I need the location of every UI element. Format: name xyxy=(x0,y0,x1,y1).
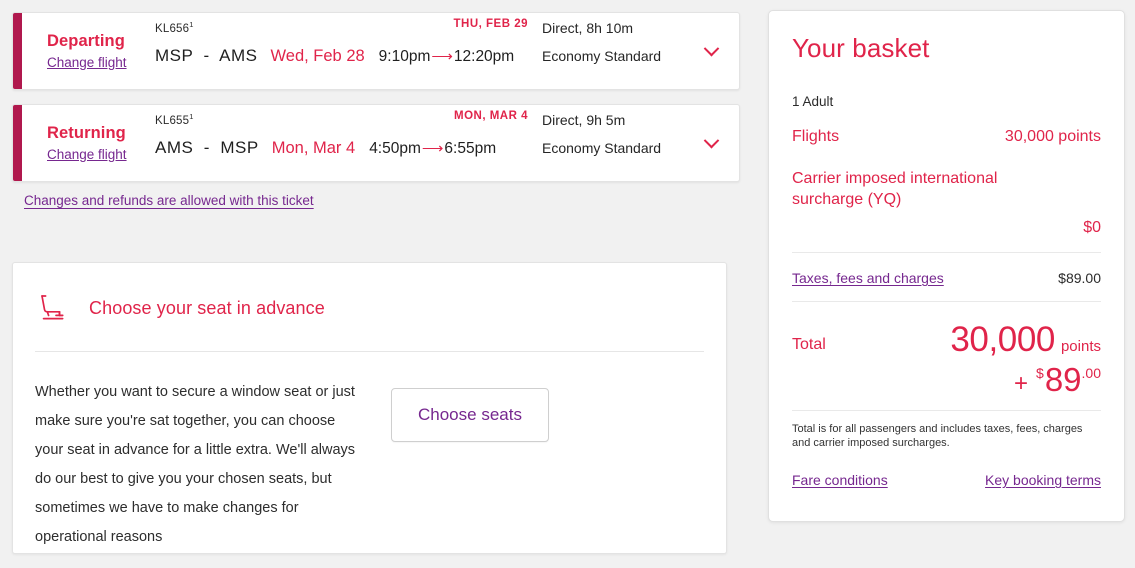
changes-refunds-link[interactable]: Changes and refunds are allowed with thi… xyxy=(24,193,322,208)
flight-number-departing: KL6561 xyxy=(155,20,194,35)
airplane-seat-icon xyxy=(35,291,69,325)
surcharge-value: $0 xyxy=(1083,219,1101,236)
flights-value: 30,000 points xyxy=(1004,128,1101,145)
arrow-right-icon: ⟶ xyxy=(421,140,444,157)
seat-card-description: Whether you want to secure a window seat… xyxy=(35,384,356,545)
total-points-value: 30,000 xyxy=(950,320,1055,359)
flight-duration-returning: Direct, 9h 5m xyxy=(542,111,626,128)
route-airports-departing: MSP - AMS xyxy=(155,45,258,65)
key-booking-terms-link[interactable]: Key booking terms xyxy=(985,472,1101,488)
flight-number-text: KL656 xyxy=(155,22,190,35)
flight-number-footnote: 1 xyxy=(189,111,194,121)
total-fineprint: Total is for all passengers and includes… xyxy=(792,423,1083,449)
fare-conditions-link[interactable]: Fare conditions xyxy=(792,472,888,488)
surcharge-label: Carrier imposed international surcharge … xyxy=(792,170,998,208)
arrival-date-badge-returning: MON, MAR 4 xyxy=(454,109,528,122)
divider xyxy=(792,252,1101,253)
flight-number-text: KL655 xyxy=(155,114,190,127)
basket-panel: Your basket 1 Adult Flights 30,000 point… xyxy=(768,10,1125,522)
cabin-class-returning: Economy Standard xyxy=(542,139,662,156)
total-label: Total xyxy=(792,336,826,353)
taxes-value: $89.00 xyxy=(1058,270,1101,286)
arrive-time: 6:55pm xyxy=(444,139,497,157)
total-cash-line: + $ 89 .00 xyxy=(950,362,1101,398)
expand-returning-button[interactable] xyxy=(697,129,725,157)
flight-duration-departing: Direct, 8h 10m xyxy=(542,19,634,36)
basket-title: Your basket xyxy=(792,33,930,63)
flight-summary-returning: Direct, 9h 5m Economy Standard xyxy=(542,112,697,156)
seat-card-header: Choose your seat in advance xyxy=(13,263,726,325)
flight-summary-departing: Direct, 8h 10m Economy Standard xyxy=(542,20,697,64)
total-points-line: 30,000 points xyxy=(950,320,1101,360)
flight-number-returning: KL6551 xyxy=(155,112,194,127)
chevron-down-icon xyxy=(703,40,719,56)
basket-total-section: Total 30,000 points + $ 89 .00 xyxy=(792,320,1101,398)
taxes-fees-link[interactable]: Taxes, fees and charges xyxy=(792,270,944,286)
choose-seats-button[interactable]: Choose seats xyxy=(391,388,549,442)
departure-date-returning: Mon, Mar 4 xyxy=(271,138,356,157)
departure-date-departing: Wed, Feb 28 xyxy=(270,46,365,65)
accent-bar xyxy=(13,13,22,89)
total-cash-value: 89 xyxy=(1044,361,1082,398)
divider xyxy=(792,301,1101,302)
passenger-count: 1 Adult xyxy=(792,94,834,109)
direction-block: Returning Change flight xyxy=(47,123,155,164)
change-flight-link-returning[interactable]: Change flight xyxy=(47,146,127,164)
choose-seat-card: Choose your seat in advance Whether you … xyxy=(12,262,727,554)
booking-page: Departing Change flight KL6561 THU, FEB … xyxy=(0,0,1135,568)
flight-details-block: KL6561 THU, FEB 29 MSP - AMS Wed, Feb 28… xyxy=(155,18,528,66)
route-airports-returning: AMS - MSP xyxy=(155,137,259,157)
arrow-right-icon: ⟶ xyxy=(431,48,453,65)
accent-bar xyxy=(13,105,22,181)
flight-times-departing: 9:10pm ⟶ 12:20pm xyxy=(379,48,515,66)
seat-card-title: Choose your seat in advance xyxy=(89,297,325,318)
arrive-time: 12:20pm xyxy=(453,47,515,65)
basket-row-taxes: Taxes, fees and charges $89.00 xyxy=(792,270,1101,286)
arrival-date-badge-departing: THU, FEB 29 xyxy=(453,17,528,30)
direction-block: Departing Change flight xyxy=(47,31,155,72)
basket-row-flights: Flights 30,000 points xyxy=(792,128,1101,146)
basket-footer-links: Fare conditions Key booking terms xyxy=(792,472,1101,488)
change-flight-link-departing[interactable]: Change flight xyxy=(47,54,127,72)
chevron-down-icon xyxy=(703,132,719,148)
flights-column: Departing Change flight KL6561 THU, FEB … xyxy=(12,12,740,210)
flight-card-departing[interactable]: Departing Change flight KL6561 THU, FEB … xyxy=(12,12,740,90)
plus-sign: + xyxy=(1014,370,1029,397)
flight-direction-label: Returning xyxy=(47,123,126,142)
expand-departing-button[interactable] xyxy=(697,37,725,65)
total-points-unit: points xyxy=(1060,338,1101,355)
flight-details-block: KL6551 MON, MAR 4 AMS - MSP Mon, Mar 4 4… xyxy=(155,110,528,158)
currency-symbol: $ xyxy=(1036,365,1044,381)
divider xyxy=(792,410,1101,411)
flight-times-returning: 4:50pm ⟶ 6:55pm xyxy=(369,140,496,158)
flight-number-footnote: 1 xyxy=(189,19,194,29)
flight-direction-label: Departing xyxy=(47,31,125,50)
flights-label: Flights xyxy=(792,128,840,145)
cabin-class-departing: Economy Standard xyxy=(542,47,662,64)
flight-card-returning[interactable]: Returning Change flight KL6551 MON, MAR … xyxy=(12,104,740,182)
depart-time: 9:10pm xyxy=(378,47,431,65)
depart-time: 4:50pm xyxy=(369,139,421,157)
total-cash-cents: .00 xyxy=(1081,365,1101,381)
